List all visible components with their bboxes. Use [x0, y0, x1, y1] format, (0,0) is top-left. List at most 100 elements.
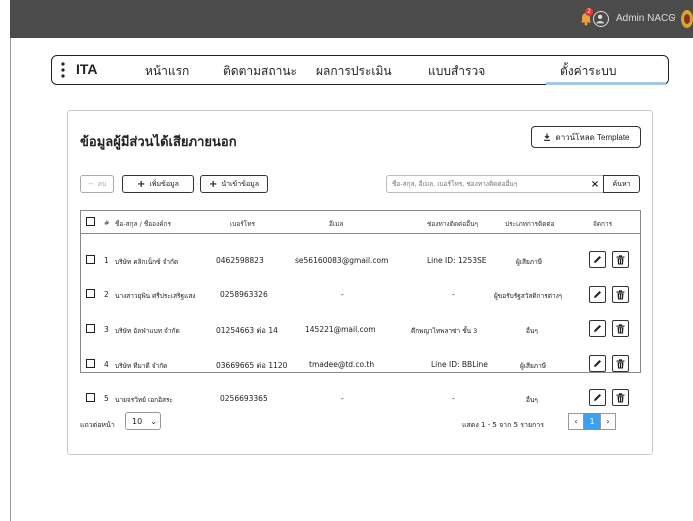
pencil-icon — [594, 394, 601, 401]
header-phone: เบอร์โทร — [230, 220, 256, 228]
pencil-icon — [594, 291, 601, 298]
row-email: tmadee@td.co.th — [309, 360, 375, 369]
header-no: # — [104, 219, 110, 227]
row-phone: 01254663 ต่อ 14 — [216, 326, 278, 335]
import-data-button[interactable]: + นำเข้าข้อมูล — [200, 175, 268, 193]
emblem-logo-icon — [681, 10, 693, 28]
trash-icon — [616, 289, 625, 299]
row-phone: 0256693365 — [220, 394, 268, 403]
row-contact-type: อื่นๆ — [526, 327, 538, 335]
header-email: อีเมล — [329, 220, 344, 228]
plus-icon: + — [208, 178, 218, 190]
row-no: 1 — [104, 256, 109, 265]
nav-item-status[interactable]: ติดตามสถานะ — [223, 62, 297, 81]
delete-row-button[interactable] — [612, 320, 629, 337]
prev-page-button[interactable]: ‹ — [568, 413, 584, 430]
row-checkbox[interactable] — [86, 393, 95, 402]
row-checkbox[interactable] — [86, 255, 95, 264]
pencil-icon — [594, 360, 601, 367]
row-no: 5 — [104, 394, 109, 403]
chevron-down-icon[interactable]: ⌄ — [669, 11, 677, 22]
nav-item-home[interactable]: หน้าแรก — [145, 62, 189, 81]
search-button[interactable]: ค้นหา — [603, 175, 640, 193]
trash-icon — [616, 392, 625, 402]
row-email: se56160083@gmail.com — [295, 256, 389, 265]
row-contact-type: ผู้ขอรับรัฐสวัสดิการต่างๆ — [494, 292, 563, 300]
import-data-label: นำเข้าข้อมูล — [221, 179, 260, 188]
edit-button[interactable] — [589, 389, 606, 406]
edit-button[interactable] — [589, 320, 606, 337]
header-other-contact: ช่องทางติดต่ออื่นๆ — [427, 220, 479, 228]
row-other-contact: Line ID: BBLine — [431, 360, 488, 369]
header-name: ชื่อ-สกุล / ชื่อองค์กร — [115, 220, 172, 228]
row-phone: 0462598823 — [216, 256, 264, 265]
row-phone: 03669665 ต่อ 1120 — [216, 361, 288, 370]
header-contact-type: ประเภทการติดต่อ — [505, 220, 555, 228]
download-icon — [543, 133, 550, 141]
brand-logo[interactable]: ITA — [76, 61, 98, 77]
search-input[interactable] — [386, 175, 587, 193]
row-other-contact: - — [452, 394, 455, 403]
rows-per-page-value: 10 — [132, 416, 143, 426]
row-no: 4 — [104, 360, 109, 369]
minus-icon: − — [87, 180, 94, 188]
add-data-button[interactable]: + เพิ่มข้อมูล — [122, 175, 194, 193]
delete-row-button[interactable] — [612, 251, 629, 268]
row-no: 2 — [104, 290, 109, 299]
row-checkbox[interactable] — [86, 289, 95, 298]
notification-badge: 2 — [585, 8, 593, 16]
trash-icon — [616, 323, 625, 333]
row-other-contact: ตึกพญาไทพลาซ่า ชั้น 3 — [411, 327, 478, 335]
row-name: บริษัท คลิกเน็กซ์ จำกัด — [115, 258, 179, 266]
row-name: บริษัท ทีมาดี จำกัด — [115, 362, 168, 370]
row-contact-type: ผู้เสียภาษี — [516, 258, 543, 266]
menu-dots-icon[interactable] — [61, 62, 65, 78]
edit-button[interactable] — [589, 355, 606, 372]
row-name: บริษัท อัลฟ่าแบท จำกัด — [115, 327, 180, 335]
row-email: 145221@mail.com — [305, 325, 376, 334]
plus-icon: + — [137, 178, 146, 190]
edit-button[interactable] — [589, 286, 606, 303]
select-all-checkbox[interactable] — [86, 217, 95, 226]
download-template-button[interactable]: ดาวน์โหลด Template — [531, 126, 641, 148]
page-title: ข้อมูลผู้มีส่วนได้เสียภายนอก — [80, 134, 237, 149]
row-other-contact: Line ID: 1253SE — [427, 256, 487, 265]
row-no: 3 — [104, 325, 109, 334]
row-email: - — [341, 394, 344, 403]
header-actions: จัดการ — [593, 220, 613, 228]
active-tab-indicator — [546, 82, 666, 85]
rows-per-page-select[interactable]: 10 ⌄ — [125, 412, 161, 430]
edit-button[interactable] — [589, 251, 606, 268]
nav-item-results[interactable]: ผลการประเมิน — [316, 62, 392, 81]
delete-label: ลบ — [97, 179, 107, 188]
admin-name[interactable]: Admin NACC — [616, 13, 675, 24]
next-page-button[interactable]: › — [600, 413, 616, 430]
row-email: - — [341, 290, 344, 299]
user-avatar-icon[interactable] — [593, 11, 609, 27]
row-contact-type: อื่นๆ — [526, 396, 538, 404]
chevron-down-icon: ⌄ — [150, 416, 157, 426]
trash-icon — [616, 358, 625, 368]
row-other-contact: - — [452, 290, 455, 299]
row-name: นางสาวยุพิน ศรีประเสริฐแสง — [115, 292, 196, 300]
clear-search-icon[interactable]: × — [587, 175, 603, 193]
row-name: นายจรวิทย์ เอกอิสระ — [115, 396, 173, 404]
page-info: แสดง 1 - 5 จาก 5 รายการ — [462, 421, 544, 429]
row-phone: 0258963326 — [220, 290, 268, 299]
row-checkbox[interactable] — [86, 359, 95, 368]
delete-button[interactable]: − ลบ — [80, 175, 114, 193]
rows-per-page-label: แถวต่อหน้า — [80, 421, 115, 429]
nav-item-survey[interactable]: แบบสำรวจ — [428, 62, 485, 81]
nav-item-settings[interactable]: ตั้งค่าระบบ — [560, 62, 617, 81]
row-checkbox[interactable] — [86, 324, 95, 333]
row-contact-type: ผู้เสียภาษี — [520, 362, 547, 370]
add-data-label: เพิ่มข้อมูล — [149, 179, 179, 188]
delete-row-button[interactable] — [612, 389, 629, 406]
pencil-icon — [594, 256, 601, 263]
delete-row-button[interactable] — [612, 286, 629, 303]
trash-icon — [616, 254, 625, 264]
delete-row-button[interactable] — [612, 355, 629, 372]
pencil-icon — [594, 325, 601, 332]
page-1-button[interactable]: 1 — [584, 413, 600, 430]
download-template-label: ดาวน์โหลด Template — [555, 132, 630, 142]
